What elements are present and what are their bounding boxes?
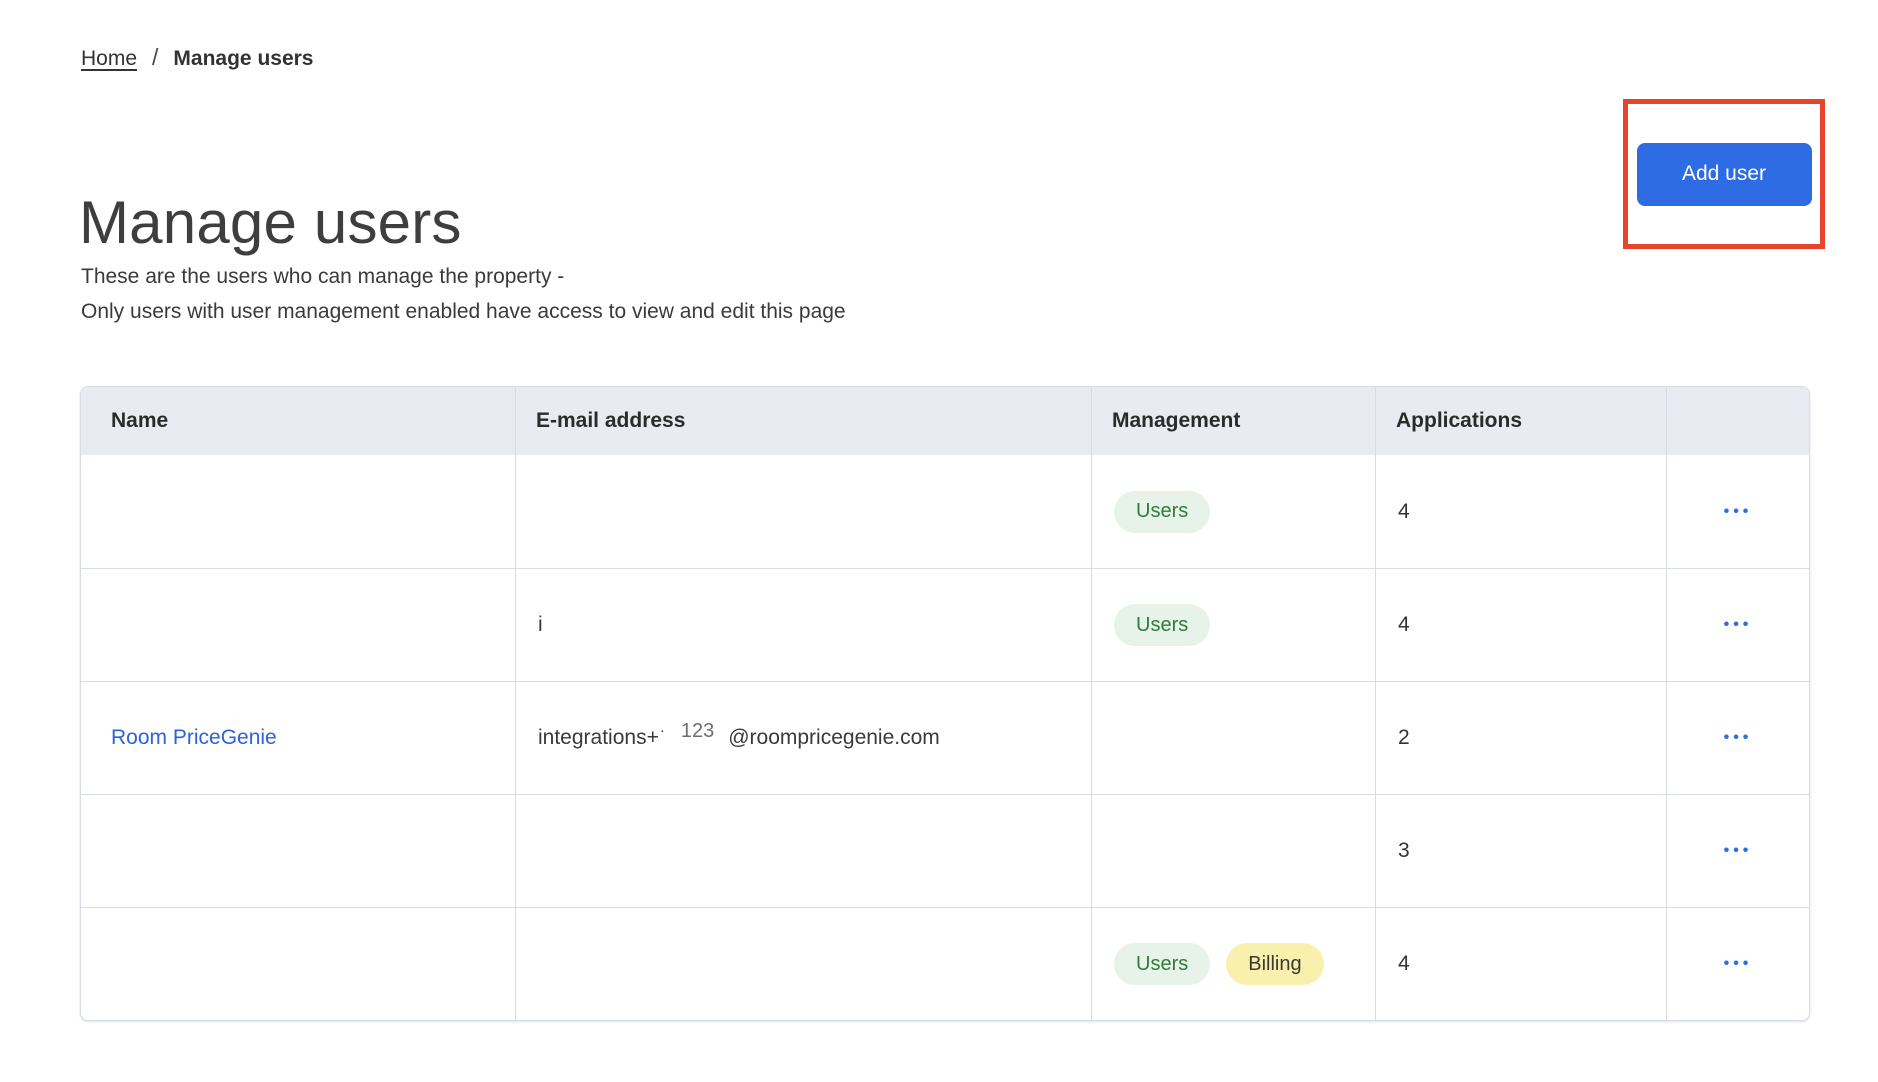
cell-name: Room PriceGenie xyxy=(81,682,515,794)
column-header-email: E-mail address xyxy=(515,387,1091,455)
users-table: Name E-mail address Management Applicati… xyxy=(80,386,1810,1021)
cell-name xyxy=(81,908,515,1020)
cell-actions: ••• xyxy=(1666,455,1809,568)
table-body: Users 4 ••• i Users 4 ••• Room PriceGeni… xyxy=(81,455,1809,1020)
cell-management: Users xyxy=(1091,569,1375,681)
breadcrumb-current: Manage users xyxy=(173,47,313,71)
page-description: These are the users who can manage the p… xyxy=(81,259,846,329)
cell-applications: 2 xyxy=(1375,682,1666,794)
table-row: Room PriceGenie integrations+· 123 @roompr… xyxy=(81,681,1809,794)
column-header-name: Name xyxy=(81,387,515,455)
cell-actions: ••• xyxy=(1666,682,1809,794)
applications-count: 4 xyxy=(1398,613,1410,637)
cell-applications: 3 xyxy=(1375,795,1666,907)
row-menu-ellipsis-icon[interactable]: ••• xyxy=(1714,945,1763,983)
management-badge-billing: Billing xyxy=(1226,943,1323,985)
breadcrumb: Home / Manage users xyxy=(81,44,313,71)
column-header-management: Management xyxy=(1091,387,1375,455)
email-segment: i xyxy=(538,613,543,637)
cell-applications: 4 xyxy=(1375,908,1666,1020)
cell-email xyxy=(515,908,1091,1020)
table-header-row: Name E-mail address Management Applicati… xyxy=(81,387,1809,455)
email-segment: @roompricegenie.com xyxy=(728,726,940,750)
management-badge-users: Users xyxy=(1114,604,1210,646)
user-name-link[interactable]: Room PriceGenie xyxy=(111,726,277,750)
cell-email xyxy=(515,455,1091,568)
add-user-button[interactable]: Add user xyxy=(1637,143,1812,206)
applications-count: 2 xyxy=(1398,726,1410,750)
row-menu-ellipsis-icon[interactable]: ••• xyxy=(1714,606,1763,644)
cell-actions: ••• xyxy=(1666,569,1809,681)
cell-email xyxy=(515,795,1091,907)
table-row: 3 ••• xyxy=(81,794,1809,907)
row-menu-ellipsis-icon[interactable]: ••• xyxy=(1714,832,1763,870)
column-header-actions xyxy=(1666,387,1809,455)
breadcrumb-home-link[interactable]: Home xyxy=(81,47,137,71)
applications-count: 3 xyxy=(1398,839,1410,863)
breadcrumb-separator: / xyxy=(152,44,158,71)
table-row: i Users 4 ••• xyxy=(81,568,1809,681)
cell-applications: 4 xyxy=(1375,455,1666,568)
cell-actions: ••• xyxy=(1666,795,1809,907)
applications-count: 4 xyxy=(1398,952,1410,976)
cell-name xyxy=(81,455,515,568)
row-menu-ellipsis-icon[interactable]: ••• xyxy=(1714,719,1763,757)
cell-actions: ••• xyxy=(1666,908,1809,1020)
email-segment: · xyxy=(660,722,665,739)
description-line-2: Only users with user management enabled … xyxy=(81,294,846,329)
table-row: Users Billing 4 ••• xyxy=(81,907,1809,1020)
cell-management xyxy=(1091,682,1375,794)
column-header-applications: Applications xyxy=(1375,387,1666,455)
cell-management xyxy=(1091,795,1375,907)
applications-count: 4 xyxy=(1398,500,1410,524)
page-title: Manage users xyxy=(79,190,462,256)
cell-management: Users xyxy=(1091,455,1375,568)
cell-applications: 4 xyxy=(1375,569,1666,681)
cell-email: i xyxy=(515,569,1091,681)
cell-name xyxy=(81,795,515,907)
cell-name xyxy=(81,569,515,681)
email-segment: integrations+ xyxy=(538,726,659,750)
email-segment: 123 xyxy=(681,720,714,743)
cell-email: integrations+· 123 @roompricegenie.com xyxy=(515,682,1091,794)
management-badge-users: Users xyxy=(1114,943,1210,985)
row-menu-ellipsis-icon[interactable]: ••• xyxy=(1714,493,1763,531)
management-badge-users: Users xyxy=(1114,491,1210,533)
description-line-1: These are the users who can manage the p… xyxy=(81,259,846,294)
annotation-highlight-box: Add user xyxy=(1623,99,1825,249)
cell-management: Users Billing xyxy=(1091,908,1375,1020)
table-row: Users 4 ••• xyxy=(81,455,1809,568)
